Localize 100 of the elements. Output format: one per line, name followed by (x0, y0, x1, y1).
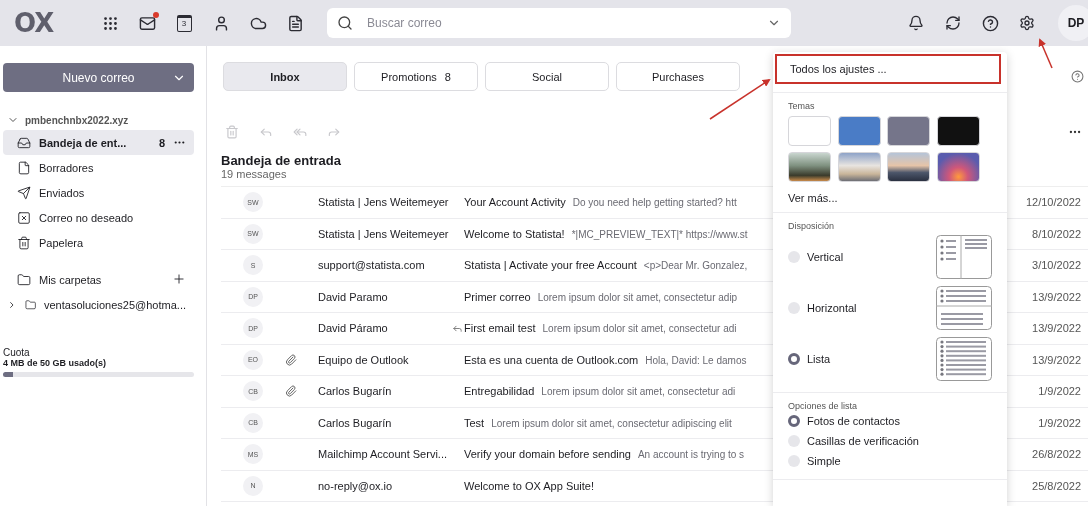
message-date: 1/9/2022 (1038, 385, 1081, 398)
search-bar[interactable]: Buscar correo (327, 8, 791, 38)
sender-name: Equipo de Outlook (318, 353, 409, 366)
add-icon[interactable] (172, 271, 186, 286)
all-settings-menu-item[interactable]: Todos los ajustes ... (775, 54, 1001, 84)
message-preview: <p>Dear Mr. Gonzalez, (643, 260, 748, 272)
app-grid-icon (101, 14, 119, 32)
theme-swatch[interactable] (936, 116, 980, 146)
folder-label: Borradores (39, 161, 94, 174)
folder-icon (17, 272, 31, 287)
unread-count: 8 (158, 136, 165, 149)
quota-usage: 4 MB de 50 GB usado(s) (3, 358, 108, 368)
search-icon (337, 15, 353, 31)
layout-preview-drawing (936, 336, 992, 381)
layout-option[interactable]: Lista (788, 352, 831, 365)
refresh-icon (945, 15, 961, 31)
layout-option[interactable]: Vertical (788, 250, 844, 263)
theme-photo-swatch[interactable] (887, 152, 930, 182)
list-option[interactable]: Fotos de contactos (788, 415, 900, 427)
user-avatar[interactable]: DP (1058, 5, 1088, 41)
radio-button[interactable] (788, 301, 800, 314)
message-preview: *|MC_PREVIEW_TEXT|* https://www.st (571, 228, 748, 240)
message-subject: Entregabilidad (464, 385, 535, 398)
tab-count: 8 (444, 70, 451, 83)
layout-option[interactable]: Horizontal (788, 301, 857, 314)
see-more-link[interactable]: Ver más... (788, 192, 838, 204)
category-tab[interactable]: Inbox (223, 62, 347, 91)
radio-button[interactable] (788, 415, 800, 427)
message-preview: An account is trying to s (637, 449, 745, 461)
folder-icon (24, 297, 36, 312)
message-date: 13/9/2022 (1032, 322, 1081, 335)
theme-swatch[interactable] (837, 116, 881, 146)
message-count: 19 messages (221, 168, 288, 180)
theme-photo-swatch[interactable] (788, 152, 831, 182)
theme-swatch[interactable] (887, 116, 930, 146)
message-subject: Esta es una cuenta de Outlook.com (464, 353, 639, 366)
folder-item[interactable]: Papelera (3, 230, 194, 255)
annotation-arrow (1038, 38, 1053, 69)
inbox-icon (17, 135, 31, 150)
message-date: 26/8/2022 (1032, 448, 1081, 461)
folder-item[interactable]: Borradores (3, 155, 194, 180)
settings-icon (1019, 15, 1035, 31)
x-box-icon (17, 210, 31, 225)
message-preview: Lorem ipsum dolor sit amet, consectetur adip (537, 291, 738, 303)
layout-preview-drawing (936, 234, 992, 279)
message-preview: Do you need help getting started? htt (572, 197, 737, 209)
sender-name: Statista | Jens Weitemeyer (318, 196, 449, 209)
theme-photo-swatch[interactable] (936, 152, 980, 182)
message-preview: Lorem ipsum dolor sit amet, consectetur adi (542, 323, 737, 335)
folder-label: Enviados (39, 186, 85, 199)
help-icon[interactable] (1071, 70, 1084, 83)
paper-plane-icon (17, 185, 31, 200)
sender-name: no-reply@ox.io (318, 479, 393, 492)
trash-icon (17, 235, 31, 250)
theme-swatch[interactable] (788, 116, 831, 146)
message-subject: Welcome to Statista! (464, 227, 565, 240)
sender-name: support@statista.com (318, 259, 425, 272)
sender-name: Statista | Jens Weitemeyer (318, 227, 449, 240)
radio-button[interactable] (788, 435, 800, 447)
mail-icon (138, 14, 156, 32)
message-date: 25/8/2022 (1032, 479, 1081, 492)
message-date: 3/10/2022 (1032, 259, 1081, 272)
message-date: 13/9/2022 (1032, 290, 1081, 303)
radio-button[interactable] (788, 250, 800, 263)
folder-item[interactable]: Enviados (3, 180, 194, 205)
section-title: Temas (788, 101, 816, 111)
logo[interactable]: OX (14, 10, 68, 36)
radio-button[interactable] (788, 352, 800, 365)
layout-preview-drawing (936, 285, 992, 330)
folder-item[interactable]: Correo no deseado (3, 205, 194, 230)
sender-name: David Paramo (318, 290, 388, 303)
message-subject: Test (464, 416, 485, 429)
category-tab[interactable]: Purchases (616, 62, 740, 91)
new-mail-button[interactable]: Nuevo correo (3, 63, 194, 92)
message-subject: First email test (464, 322, 536, 335)
message-subject: Verify your domain before sending (464, 448, 631, 461)
list-title: Bandeja de entrada (221, 153, 342, 168)
folder-item[interactable]: Bandeja de ent... 8 (3, 130, 194, 155)
folder-label: Mis carpetas (39, 273, 102, 286)
search-input[interactable]: Buscar correo (365, 15, 755, 31)
message-subject: Primer correo (464, 290, 531, 303)
list-option[interactable]: Simple (788, 455, 841, 467)
category-tab[interactable]: Promotions 8 (354, 62, 478, 91)
folder-label: Papelera (39, 236, 84, 249)
message-preview: Hola, David: Le damos (645, 354, 747, 366)
message-subject: Statista | Activate your free Account (464, 259, 637, 272)
document-icon (17, 160, 31, 175)
sender-name: David Páramo (318, 322, 388, 335)
section-title: Disposición (788, 221, 836, 231)
message-date: 1/9/2022 (1038, 416, 1081, 429)
document-icon (286, 14, 304, 32)
sender-name: Carlos Bugarín (318, 385, 392, 398)
radio-button[interactable] (788, 455, 800, 467)
folder-label: Correo no deseado (39, 211, 134, 224)
category-tab[interactable]: Social (485, 62, 609, 91)
help-icon (981, 14, 999, 32)
sender-name: Mailchimp Account Servi... (318, 448, 447, 461)
account-name: pmbenchnbx2022.xyz (25, 114, 129, 126)
theme-photo-swatch[interactable] (837, 152, 881, 182)
quota-title: Cuota (3, 347, 31, 358)
